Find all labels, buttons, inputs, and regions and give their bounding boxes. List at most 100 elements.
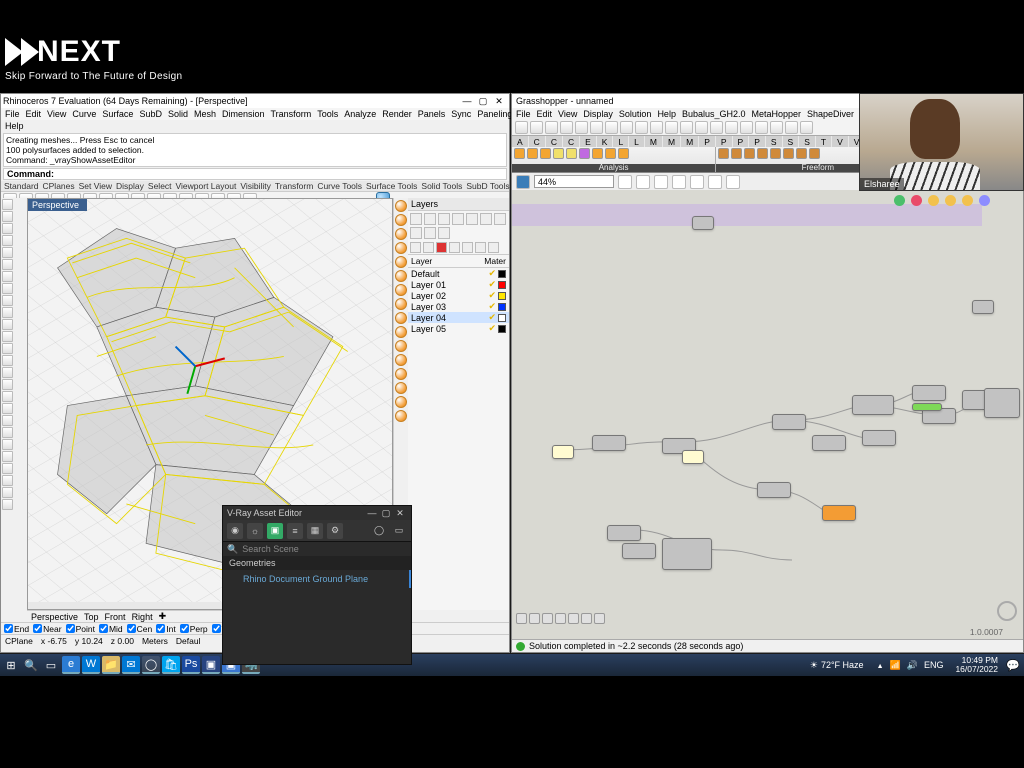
gh-tab[interactable]: K <box>597 136 613 147</box>
ground-icon[interactable] <box>395 354 407 366</box>
osnap-checkbox[interactable] <box>4 624 13 633</box>
point-icon[interactable] <box>2 307 13 318</box>
gh-markov-toolbar[interactable] <box>516 613 605 624</box>
vray-asset-item[interactable]: Rhino Document Ground Plane <box>223 570 411 588</box>
rhino-menubar[interactable]: File Edit View Curve Surface SubD Solid … <box>1 108 509 120</box>
menu-file[interactable]: File <box>516 109 531 119</box>
osnap-checkbox[interactable] <box>66 624 75 633</box>
fillet-icon[interactable] <box>2 439 13 450</box>
comp-icon[interactable] <box>579 148 590 159</box>
gh-tab[interactable]: S <box>766 136 782 147</box>
geometries-icon[interactable]: ▣ <box>267 523 283 539</box>
comp-icon[interactable] <box>796 148 807 159</box>
gh-panel[interactable] <box>552 445 574 459</box>
menu-transform[interactable]: Transform <box>271 109 312 119</box>
lock-icon[interactable] <box>785 121 798 134</box>
comp-icon[interactable] <box>809 148 820 159</box>
newsub-icon[interactable] <box>423 242 434 253</box>
wireframe-icon[interactable] <box>672 175 686 189</box>
word-icon[interactable]: W <box>82 656 100 674</box>
gh-component[interactable] <box>772 414 806 430</box>
start-button[interactable]: ⊞ <box>2 656 20 674</box>
gh-tab[interactable]: T <box>816 136 831 147</box>
menu-tools[interactable]: Tools <box>317 109 338 119</box>
newlayer-icon[interactable] <box>410 242 421 253</box>
shelf-analysis[interactable]: Analysis <box>512 147 716 172</box>
clap-icon[interactable] <box>945 195 956 206</box>
menu-shapediver[interactable]: ShapeDiver <box>807 109 854 119</box>
menu-edit[interactable]: Edit <box>26 109 42 119</box>
osnap-checkbox[interactable] <box>33 624 42 633</box>
light2-icon[interactable] <box>424 227 436 239</box>
copy-icon[interactable] <box>575 121 588 134</box>
env2-icon[interactable] <box>410 227 422 239</box>
gh-component[interactable] <box>662 538 712 570</box>
edge-icon[interactable]: e <box>62 656 80 674</box>
lib-icon[interactable] <box>466 213 478 225</box>
undo-icon[interactable] <box>605 121 618 134</box>
viewport-label[interactable]: Perspective <box>28 199 87 211</box>
vray-titlebar[interactable]: V-Ray Asset Editor — ▢ ✕ <box>223 506 411 520</box>
gh-tab[interactable]: P <box>699 136 715 147</box>
laugh-icon[interactable] <box>962 195 973 206</box>
gh-component[interactable] <box>912 385 946 401</box>
split-icon[interactable] <box>2 463 13 474</box>
volume-icon[interactable]: 🔊 <box>907 660 918 671</box>
rendered-icon[interactable] <box>395 270 407 282</box>
paste-icon[interactable] <box>590 121 603 134</box>
layer-item[interactable]: Layer 05✔ <box>408 323 509 334</box>
gh-component[interactable] <box>692 216 714 230</box>
mru-icon[interactable] <box>542 613 553 624</box>
menu-analyze[interactable]: Analyze <box>344 109 376 119</box>
gh-tab[interactable]: C <box>529 136 545 147</box>
minimize-button[interactable]: — <box>459 95 475 107</box>
lightbulb-icon[interactable]: ✔ <box>488 279 496 290</box>
comp-icon[interactable] <box>514 148 525 159</box>
mru-icon[interactable] <box>555 613 566 624</box>
tab-transform[interactable]: Transform <box>275 181 313 191</box>
tab-solidtools[interactable]: Solid Tools <box>421 181 462 191</box>
gh-tab[interactable]: P <box>749 136 765 147</box>
offset-icon[interactable] <box>2 499 13 510</box>
filter-icon[interactable] <box>475 242 486 253</box>
gh-tab[interactable]: C <box>563 136 579 147</box>
raise-hand-icon[interactable] <box>894 195 905 206</box>
circle-icon[interactable] <box>2 235 13 246</box>
comp-icon[interactable] <box>592 148 603 159</box>
close-button[interactable]: ✕ <box>491 95 507 107</box>
chrome-icon[interactable]: ◯ <box>142 656 160 674</box>
tab-display[interactable]: Display <box>116 181 144 191</box>
tools-icon[interactable] <box>488 242 499 253</box>
comp-icon[interactable] <box>783 148 794 159</box>
layer-item[interactable]: Layer 01✔ <box>408 279 509 290</box>
menu-solid[interactable]: Solid <box>168 109 188 119</box>
curve-icon[interactable] <box>2 295 13 306</box>
deletelayer-icon[interactable] <box>436 242 447 253</box>
comp-icon[interactable] <box>618 148 629 159</box>
tab-subdtools[interactable]: SubD Tools <box>466 181 509 191</box>
surface-icon[interactable] <box>2 343 13 354</box>
pointer-icon[interactable] <box>2 199 13 210</box>
mail-icon[interactable]: ✉ <box>122 656 140 674</box>
mat-icon[interactable] <box>424 213 436 225</box>
task-view-icon[interactable]: ▭ <box>42 656 60 674</box>
namedview-icon[interactable] <box>636 175 650 189</box>
vray-category[interactable]: Geometries <box>223 556 411 570</box>
osnap-point[interactable]: Point <box>66 624 95 634</box>
menu-help[interactable]: Help <box>1 120 509 132</box>
osnap-near[interactable]: Near <box>33 624 61 634</box>
wire-icon[interactable] <box>395 228 407 240</box>
menu-mesh[interactable]: Mesh <box>194 109 216 119</box>
render-icon[interactable] <box>452 213 464 225</box>
command-line[interactable]: Command: <box>3 168 507 180</box>
osnap-perp[interactable]: Perp <box>180 624 208 634</box>
ellipse-icon[interactable] <box>2 283 13 294</box>
prop-icon[interactable] <box>410 213 422 225</box>
gh-component[interactable] <box>852 395 894 415</box>
zoomfit-icon[interactable] <box>618 175 632 189</box>
layer-swatch[interactable] <box>498 292 506 300</box>
pan-icon[interactable] <box>650 121 663 134</box>
raytraced-icon[interactable] <box>395 326 407 338</box>
zoom-field[interactable] <box>534 175 614 188</box>
comp-icon[interactable] <box>605 148 616 159</box>
